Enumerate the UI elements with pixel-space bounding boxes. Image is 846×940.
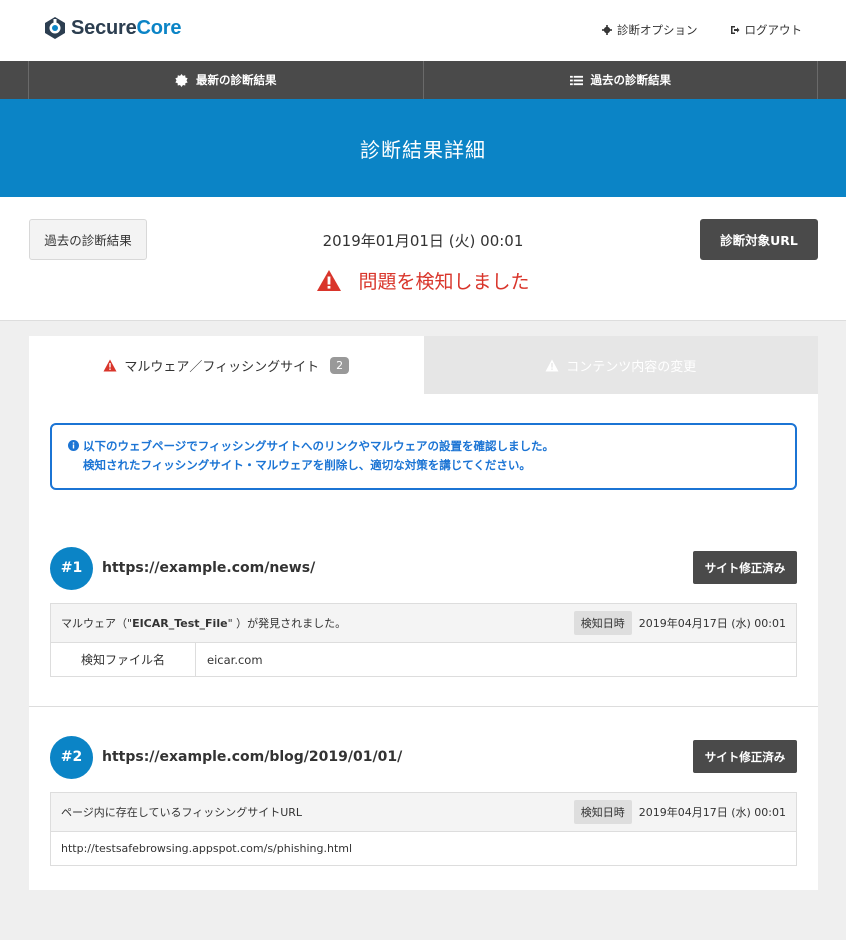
detected-at-value: 2019年04月17日 (水) 00:01 (638, 617, 786, 630)
finding-item: #2 https://example.com/blog/2019/01/01/ … (50, 735, 797, 866)
divider (29, 706, 818, 707)
page-title: 診断結果詳細 (360, 137, 486, 162)
gear-icon (602, 25, 612, 35)
detected-at-value: 2019年04月17日 (水) 00:01 (638, 806, 786, 819)
tab-malware-label: マルウェア／フィッシングサイト (124, 359, 320, 375)
main-nav: 最新の診断結果 過去の診断結果 (0, 61, 846, 99)
mark-fixed-button[interactable]: サイト修正済み (693, 740, 797, 773)
detected-file-label: 検知ファイル名 (51, 643, 196, 676)
warning-icon (317, 270, 342, 291)
diagnosis-options-link[interactable]: 診断オプション (602, 22, 698, 38)
mark-fixed-button[interactable]: サイト修正済み (693, 551, 797, 584)
diagnosis-options-label: 診断オプション (617, 23, 698, 37)
finding-description: マルウェア（"EICAR_Test_File" ）が発見されました。 (61, 617, 347, 630)
brand-name: SecureCore (71, 16, 182, 39)
list-icon (569, 75, 583, 85)
phishing-url-value: http://testsafebrowsing.appspot.com/s/ph… (61, 842, 353, 855)
tab-content-changes[interactable]: コンテンツ内容の変更 (423, 336, 818, 394)
logout-label: ログアウト (744, 23, 803, 37)
tab-malware-phishing[interactable]: マルウェア／フィッシングサイト 2 (29, 336, 424, 394)
finding-number: #1 (50, 546, 93, 590)
info-notice: 以下のウェブページでフィッシングサイトへのリンクやマルウェアの設置を確認しました… (50, 423, 797, 490)
detected-file-value: eicar.com (207, 652, 263, 667)
finding-url: https://example.com/news/ (102, 560, 316, 576)
finding-detail: ページ内に存在しているフィッシングサイトURL 検知日時 2019年04月17日… (50, 792, 797, 866)
warning-icon (545, 359, 559, 371)
info-line-1: 以下のウェブページでフィッシングサイトへのリンクやマルウェアの設置を確認しました… (68, 437, 795, 456)
nav-latest-label: 最新の診断結果 (196, 73, 277, 87)
target-url-button[interactable]: 診断対象URL (700, 219, 818, 260)
diagnosis-summary: 過去の診断結果 2019年01月01日 (火) 00:01 問題を検知しました … (0, 197, 846, 321)
count-badge: 2 (330, 356, 350, 374)
result-tabs: マルウェア／フィッシングサイト 2 コンテンツ内容の変更 (29, 336, 818, 394)
finding-item: #1 https://example.com/news/ サイト修正済み マルウ… (50, 546, 797, 677)
tab-content-label: コンテンツ内容の変更 (566, 359, 697, 375)
nav-latest-results[interactable]: 最新の診断結果 (28, 61, 423, 99)
logo[interactable]: SecureCore (43, 16, 181, 40)
finding-description: ページ内に存在しているフィッシングサイトURL (61, 806, 303, 819)
warning-icon (103, 359, 117, 371)
info-line-2: 検知されたフィッシングサイト・マルウェアを削除し、適切な対策を講じてください。 (83, 458, 531, 472)
finding-url: https://example.com/blog/2019/01/01/ (102, 749, 403, 765)
logout-icon (730, 26, 739, 34)
finding-detail: マルウェア（"EICAR_Test_File" ）が発見されました。 検知日時 … (50, 603, 797, 677)
page-title-banner: 診断結果詳細 (0, 99, 846, 197)
top-header: SecureCore 診断オプション ログアウト (0, 0, 846, 61)
results-panel: マルウェア／フィッシングサイト 2 コンテンツ内容の変更 以下のウェブページでフ… (29, 336, 818, 890)
info-icon (68, 440, 79, 451)
badge-certificate-icon (175, 73, 188, 87)
logout-link[interactable]: ログアウト (730, 22, 803, 38)
nav-past-label: 過去の診断結果 (590, 73, 672, 87)
finding-number: #2 (50, 735, 93, 779)
securecore-logo-icon (45, 17, 65, 39)
nav-past-results[interactable]: 過去の診断結果 (422, 61, 818, 99)
alert-text: 問題を検知しました (358, 271, 530, 293)
detected-at-tag: 検知日時 (573, 611, 632, 635)
detected-at-tag: 検知日時 (573, 800, 632, 824)
alert-message: 問題を検知しました (0, 267, 846, 294)
